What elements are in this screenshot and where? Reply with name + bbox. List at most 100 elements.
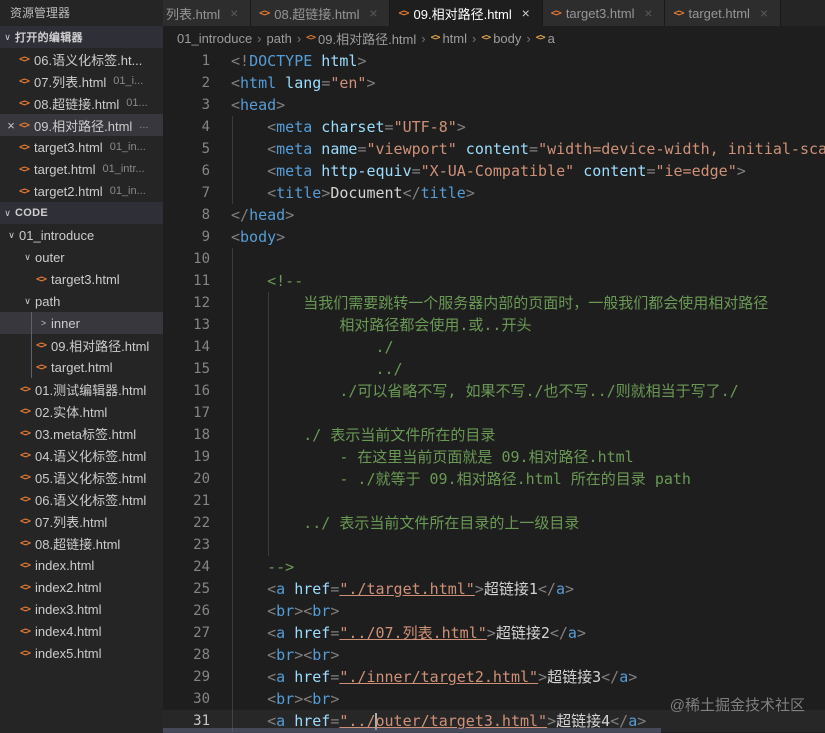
code-text: 相对路径都会使用.或..开头 [210, 314, 531, 336]
line-number: 29 [193, 669, 210, 685]
tree-item-03.meta标签.html[interactable]: <> 03.meta标签.html [0, 422, 163, 444]
tree-item-inner[interactable]: > inner [0, 312, 163, 334]
code-line[interactable]: 4 <meta charset="UTF-8"> [163, 116, 825, 138]
tree-item-08.超链接.html[interactable]: <> 08.超链接.html [0, 532, 163, 554]
code-token: content [456, 140, 530, 158]
tree-item-index3.html[interactable]: <> index3.html [0, 598, 163, 620]
tab-close-icon[interactable]: × [756, 5, 772, 21]
code-token: charset [312, 118, 385, 136]
tree-item-07.列表.html[interactable]: <> 07.列表.html [0, 510, 163, 532]
code-token: > [276, 228, 286, 246]
tree-item-05.语义化标签.html[interactable]: <> 05.语义化标签.html [0, 466, 163, 488]
code-text: - 在这里当前页面就是 09.相对路径.html [210, 446, 633, 468]
code-token: DOCTYPE [249, 52, 313, 70]
code-section-header[interactable]: ∨ CODE [0, 202, 163, 224]
tab-09.相对路径.html[interactable]: <> 09.相对路径.html × [390, 0, 543, 26]
html-file-icon: <> [36, 339, 47, 351]
tree-item-index4.html[interactable]: <> index4.html [0, 620, 163, 642]
tree-item-label: index5.html [35, 645, 102, 661]
tab-close-icon[interactable]: × [518, 5, 534, 21]
line-number: 6 [201, 163, 210, 179]
code-line[interactable]: 23 [163, 534, 825, 556]
tree-item-09.相对路径.html[interactable]: <> 09.相对路径.html [0, 334, 163, 356]
tree-item-02.实体.html[interactable]: <> 02.实体.html [0, 400, 163, 422]
code-line[interactable]: 28 <br><br> [163, 644, 825, 666]
file-name: target3.html [34, 139, 103, 155]
chevron-down-icon: ∨ [4, 31, 11, 42]
code-line[interactable]: 22 ../ 表示当前文件所在目录的上一级目录 [163, 512, 825, 534]
tree-item-01_introduce[interactable]: ∨ 01_introduce [0, 224, 163, 246]
open-editor-item[interactable]: <> 08.超链接.html 01... [0, 92, 163, 114]
code-line[interactable]: 20 - ./就等于 09.相对路径.html 所在的目录 path [163, 468, 825, 490]
code-line[interactable]: 5 <meta name="viewport" content="width=d… [163, 138, 825, 160]
tree-item-04.语义化标签.html[interactable]: <> 04.语义化标签.html [0, 444, 163, 466]
line-number: 25 [193, 581, 210, 597]
code-line[interactable]: 6 <meta http-equiv="X-UA-Compatible" con… [163, 160, 825, 182]
breadcrumb-item[interactable]: <> body [481, 31, 521, 46]
tab-target3.html[interactable]: <> target3.html × [542, 0, 666, 26]
breadcrumb-item[interactable]: <> a [536, 31, 555, 46]
file-name: 06.语义化标签.ht... [34, 52, 143, 68]
tab-close-icon[interactable]: × [640, 5, 656, 21]
breadcrumb-separator-icon: › [472, 30, 477, 46]
code-line[interactable]: 26 <br><br> [163, 600, 825, 622]
tree-item-target3.html[interactable]: <> target3.html [0, 268, 163, 290]
code-token: < [267, 624, 277, 642]
breadcrumb-item[interactable]: path [267, 31, 292, 46]
code-line[interactable]: 17 [163, 402, 825, 424]
tree-item-index.html[interactable]: <> index.html [0, 554, 163, 576]
open-editor-item[interactable]: <> 06.语义化标签.ht... [0, 48, 163, 70]
code-line[interactable]: 2 <html lang="en"> [163, 72, 825, 94]
code-editor[interactable]: 1 <!DOCTYPE html> 2 <html lang="en"> 3 <head>… [163, 50, 825, 733]
code-line[interactable]: 19 - 在这里当前页面就是 09.相对路径.html [163, 446, 825, 468]
tree-item-01.测试编辑器.html[interactable]: <> 01.测试编辑器.html [0, 378, 163, 400]
code-line[interactable]: 7 <title>Document</title> [163, 182, 825, 204]
code-line[interactable]: 1 <!DOCTYPE html> [163, 50, 825, 72]
code-line[interactable]: 15 ../ [163, 358, 825, 380]
code-line[interactable]: 24 --> [163, 556, 825, 578]
line-number: 19 [193, 449, 210, 465]
code-line[interactable]: 12 当我们需要跳转一个服务器内部的页面时，一般我们都会使用相对路径 [163, 292, 825, 314]
code-line[interactable]: 13 相对路径都会使用.或..开头 [163, 314, 825, 336]
tree-item-06.语义化标签.html[interactable]: <> 06.语义化标签.html [0, 488, 163, 510]
tree-item-label: target.html [51, 359, 113, 375]
code-line[interactable]: 21 [163, 490, 825, 512]
code-line[interactable]: 27 <a href="../07.列表.html">超链接2</a> [163, 622, 825, 644]
code-line[interactable]: 25 <a href="./target.html">超链接1</a> [163, 578, 825, 600]
tree-item-target.html[interactable]: <> target.html [0, 356, 163, 378]
code-line[interactable]: 10 [163, 248, 825, 270]
close-icon[interactable]: × [3, 118, 19, 133]
tree-item-index2.html[interactable]: <> index2.html [0, 576, 163, 598]
code-line[interactable]: 18 ./ 表示当前文件所在的目录 [163, 424, 825, 446]
html-file-icon: <> [19, 185, 30, 197]
tree-item-index5.html[interactable]: <> index5.html [0, 642, 163, 664]
breadcrumb-item[interactable]: 01_introduce [177, 31, 252, 46]
open-editors-section-header[interactable]: ∨ 打开的编辑器 [0, 26, 163, 48]
open-editor-item[interactable]: <> target.html 01_intr... [0, 158, 163, 180]
tab-close-icon[interactable]: × [226, 5, 242, 21]
line-number: 10 [193, 251, 210, 267]
horizontal-scrollbar[interactable] [163, 728, 661, 733]
tab-target.html[interactable]: <> target.html × [665, 0, 781, 26]
code-line[interactable]: 14 ./ [163, 336, 825, 358]
code-line[interactable]: 3 <head> [163, 94, 825, 116]
tree-item-outer[interactable]: ∨ outer [0, 246, 163, 268]
breadcrumb-item[interactable]: <> html [431, 31, 467, 46]
html-file-icon: <> [550, 7, 562, 19]
tab-列表.html[interactable]: 列表.html × [163, 0, 252, 26]
open-editor-item[interactable]: <> 07.列表.html 01_i... [0, 70, 163, 92]
code-line[interactable]: 8 </head> [163, 204, 825, 226]
open-editor-item[interactable]: × <> 09.相对路径.html... [0, 114, 163, 136]
code-line[interactable]: 29 <a href="./inner/target2.html">超链接3</… [163, 666, 825, 688]
symbol-icon: <> [430, 33, 441, 43]
code-line[interactable]: 11 <!-- [163, 270, 825, 292]
tree-item-path[interactable]: ∨ path [0, 290, 163, 312]
code-line[interactable]: 16 ./可以省略不写, 如果不写./也不写../则就相当于写了./ [163, 380, 825, 402]
tab-08.超链接.html[interactable]: <> 08.超链接.html × [251, 0, 391, 26]
chevron-down-icon: ∨ [24, 251, 31, 262]
tab-close-icon[interactable]: × [365, 5, 381, 21]
open-editor-item[interactable]: <> target2.html 01_in... [0, 180, 163, 202]
open-editor-item[interactable]: <> target3.html 01_in... [0, 136, 163, 158]
breadcrumb-item[interactable]: <> 09.相对路径.html [306, 29, 416, 48]
code-line[interactable]: 9 <body> [163, 226, 825, 248]
